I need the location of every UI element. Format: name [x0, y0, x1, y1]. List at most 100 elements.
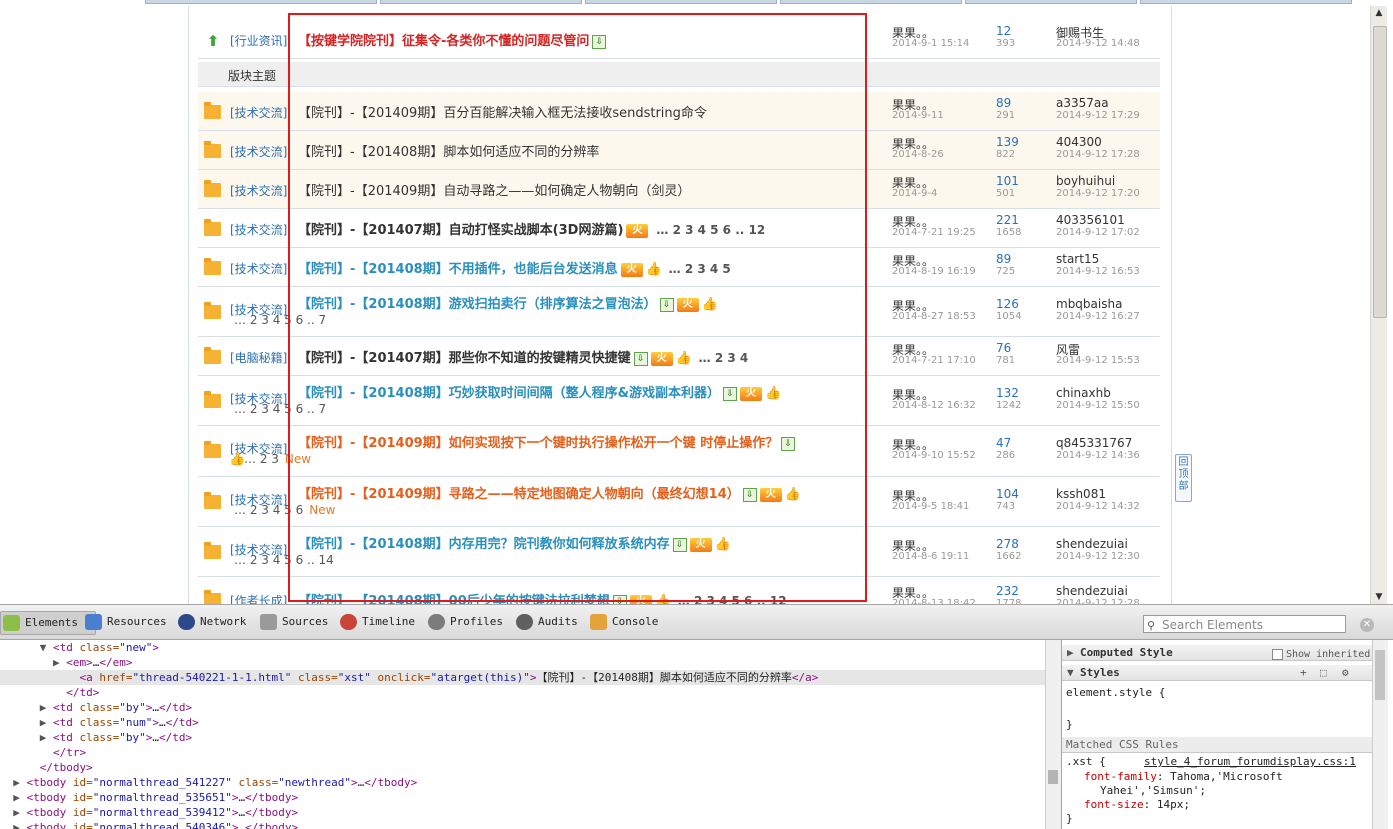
table-row[interactable]: [技术交流] 【院刊】-【201409期】百分百能解决输入框无法接收sendstr… — [198, 92, 1160, 131]
folder-icon[interactable] — [204, 258, 221, 275]
last-post-date[interactable]: 2014-9-12 16:27 — [1056, 311, 1140, 322]
page-links[interactable]: … 2 3 4 5 6 .. 12 — [656, 223, 765, 237]
disclosure-triangle-icon[interactable]: ▶ — [0, 791, 27, 804]
table-row[interactable]: [技术交流] 【院刊】-【201409期】如何实现按下一个键时执行操作松开一个键 … — [198, 426, 1160, 477]
rule-selector[interactable]: .xst { — [1066, 755, 1106, 769]
last-post-date[interactable]: 2014-9-12 17:29 — [1056, 110, 1140, 121]
dom-node[interactable]: ▶ <td class="num">…</td> — [0, 715, 199, 730]
back-to-top-button[interactable]: 回顶部 — [1175, 454, 1192, 502]
table-row[interactable]: [作者长成] 【院刊】-【201408期】00后少年的按键法拉利梦想 ⇩ 火 👍 … 2 … — [198, 577, 1160, 604]
reply-count[interactable]: 232 — [996, 584, 1019, 598]
scrollbar-thumb[interactable] — [1373, 26, 1387, 318]
page-links[interactable]: … 2 3 4 5 6 .. 14 — [234, 553, 334, 567]
tab-resources[interactable]: Resources — [83, 611, 167, 633]
last-poster-link[interactable]: 403356101 — [1056, 213, 1125, 227]
scroll-down-icon[interactable]: ▼ — [1371, 590, 1387, 604]
disclosure-triangle-icon[interactable]: ▶ — [0, 776, 27, 789]
dom-node[interactable]: ▶ <tbody id="normalthread_541227" class=… — [0, 775, 417, 790]
table-row[interactable]: [技术交流] 【院刊】-【201408期】巧妙获取时间间隔（整人程序&游戏副本利器… — [198, 376, 1160, 426]
thread-title-link[interactable]: 【院刊】-【201409期】如何实现按下一个键时执行操作松开一个键 时停止操作？ — [298, 436, 778, 451]
computed-style-header[interactable]: ▶ Computed Style Show inherited — [1062, 645, 1372, 661]
tab-profiles[interactable]: Profiles — [426, 611, 503, 633]
last-post-date[interactable]: 2014-9-12 17:28 — [1056, 149, 1140, 160]
category-link[interactable]: [技术交流] — [230, 104, 287, 121]
thread-title-link[interactable]: 【院刊】-【201408期】游戏扫拍卖行（排序算法之冒泡法） — [298, 297, 657, 312]
page-links[interactable]: … 2 3 4 5 6 .. 7 — [234, 313, 326, 327]
scroll-up-icon[interactable]: ▲ — [1371, 6, 1387, 20]
dom-scrollbar[interactable] — [1045, 640, 1061, 829]
last-post-date[interactable]: 2014-9-12 14:36 — [1056, 450, 1140, 461]
thread-title-link[interactable]: 【院刊】-【201409期】寻路之——特定地图确定人物朝向（最终幻想14） — [298, 487, 740, 502]
thread-title-link[interactable]: 【院刊】-【201409期】自动寻路之——如何确定人物朝向（剑灵） — [298, 184, 690, 199]
browser-tab[interactable] — [780, 0, 962, 4]
disclosure-triangle-icon[interactable]: ▼ — [0, 641, 53, 654]
folder-icon[interactable] — [204, 180, 221, 197]
dom-node[interactable]: ▶ <tbody id="normalthread_535651">…</tbo… — [0, 790, 298, 805]
checkbox-icon[interactable] — [1272, 648, 1283, 660]
styles-header[interactable]: ▼ Styles + ⬚ ⚙ — [1062, 665, 1372, 681]
last-post-date[interactable]: 2014-9-12 17:20 — [1056, 188, 1140, 199]
folder-icon[interactable] — [204, 441, 221, 458]
thread-title-link[interactable]: 【院刊】-【201408期】巧妙获取时间间隔（整人程序&游戏副本利器） — [298, 386, 720, 401]
last-post-date[interactable]: 2014-9-12 15:50 — [1056, 400, 1140, 411]
disclosure-triangle-icon[interactable]: ▶ — [0, 701, 53, 714]
disclosure-triangle-icon[interactable]: ▶ — [0, 716, 53, 729]
last-post-date[interactable]: 2014-9-12 12:30 — [1056, 551, 1140, 562]
rule-font-family[interactable]: font-family: Tahoma,'Microsoft — [1084, 770, 1283, 784]
reply-count[interactable]: 126 — [996, 297, 1019, 311]
browser-tab[interactable] — [965, 0, 1137, 4]
add-rule-icon[interactable]: + — [1300, 665, 1307, 681]
category-link[interactable]: [技术交流] — [230, 260, 287, 277]
folder-icon[interactable] — [204, 542, 221, 559]
table-row[interactable]: [技术交流] 【院刊】-【201408期】游戏扫拍卖行（排序算法之冒泡法） ⇩ 火 👍…… — [198, 287, 1160, 337]
reply-count[interactable]: 89 — [996, 252, 1011, 266]
reply-count[interactable]: 101 — [996, 174, 1019, 188]
table-row[interactable]: [技术交流] 【院刊】-【201408期】不用插件，也能后台发送消息火 👍 … 2 3… — [198, 248, 1160, 287]
dom-node[interactable]: </td> — [0, 685, 99, 700]
rule-font-size[interactable]: font-size: 14px; — [1084, 798, 1190, 812]
last-poster-link[interactable]: boyhuihui — [1056, 174, 1115, 188]
reply-count[interactable]: 221 — [996, 213, 1019, 227]
disclosure-triangle-icon[interactable]: ▶ — [0, 806, 27, 819]
table-row[interactable]: [技术交流] 【院刊】-【201407期】自动打怪实战脚本(3D网游篇) 火 … 2 … — [198, 209, 1160, 248]
scrollbar-thumb[interactable] — [1048, 770, 1058, 784]
folder-icon[interactable] — [204, 102, 221, 119]
reply-count[interactable]: 278 — [996, 537, 1019, 551]
last-poster-link[interactable]: start15 — [1056, 252, 1099, 266]
table-row[interactable]: [技术交流] 【院刊】-【201408期】内存用完？院刊教你如何释放系统内存 ⇩ 火 👍… — [198, 527, 1160, 577]
page-links[interactable]: … 2 3 4 5 6 .. 12 — [678, 594, 787, 604]
thread-title-link[interactable]: 【院刊】-【201407期】那些你不知道的按键精灵快捷键 — [298, 351, 631, 366]
browser-tab[interactable] — [145, 0, 377, 4]
category-link[interactable]: [技术交流] — [230, 143, 287, 160]
category-link[interactable]: [电脑秘籍] — [230, 349, 287, 366]
category-link[interactable]: [技术交流] — [230, 221, 287, 238]
browser-tab[interactable] — [1140, 0, 1352, 4]
folder-icon[interactable] — [204, 492, 221, 509]
styles-scrollbar[interactable] — [1372, 640, 1388, 829]
show-inherited-checkbox[interactable]: Show inherited — [1272, 647, 1370, 663]
table-row[interactable]: ⬆ [行业资讯] 【按键学院院刊】征集令-各类你不懂的问题尽管问 ⇩ 果果。。 2014-… — [198, 20, 1160, 59]
arrow-up-icon[interactable]: ⬆ — [204, 33, 222, 50]
last-poster-link[interactable]: kssh081 — [1056, 487, 1106, 501]
browser-tab[interactable] — [585, 0, 777, 4]
last-post-date[interactable]: 2014-9-12 14:32 — [1056, 501, 1140, 512]
scrollbar-thumb[interactable] — [1375, 650, 1385, 700]
browser-tab[interactable] — [380, 0, 582, 4]
dom-node[interactable]: ▶ <td class="by">…</td> — [0, 700, 192, 715]
dom-node[interactable]: ▶ <tbody id="normalthread_539412">…</tbo… — [0, 805, 298, 820]
table-row[interactable]: [技术交流] 【院刊】-【201409期】自动寻路之——如何确定人物朝向（剑灵）果… — [198, 170, 1160, 209]
last-poster-link[interactable]: mbqbaisha — [1056, 297, 1122, 311]
page-links[interactable]: … 2 3 4 — [699, 351, 749, 365]
folder-icon[interactable] — [204, 347, 221, 364]
last-poster-link[interactable]: chinaxhb — [1056, 386, 1111, 400]
last-poster-link[interactable]: q845331767 — [1056, 436, 1132, 450]
page-links[interactable]: … 2 3 4 5 6 .. 7 — [234, 402, 326, 416]
thread-title-link[interactable]: 【院刊】-【201408期】内存用完？院刊教你如何释放系统内存 — [298, 537, 670, 552]
category-link[interactable]: [行业资讯] — [230, 32, 287, 49]
reply-count[interactable]: 139 — [996, 135, 1019, 149]
reply-count[interactable]: 132 — [996, 386, 1019, 400]
reply-count[interactable]: 89 — [996, 96, 1011, 110]
thread-title-link[interactable]: 【院刊】-【201409期】百分百能解决输入框无法接收sendstring命令 — [298, 106, 707, 121]
disclosure-triangle-icon[interactable]: ▶ — [0, 656, 66, 669]
table-row[interactable]: [技术交流] 【院刊】-【201408期】脚本如何适应不同的分辨率 果果。。 2014… — [198, 131, 1160, 170]
